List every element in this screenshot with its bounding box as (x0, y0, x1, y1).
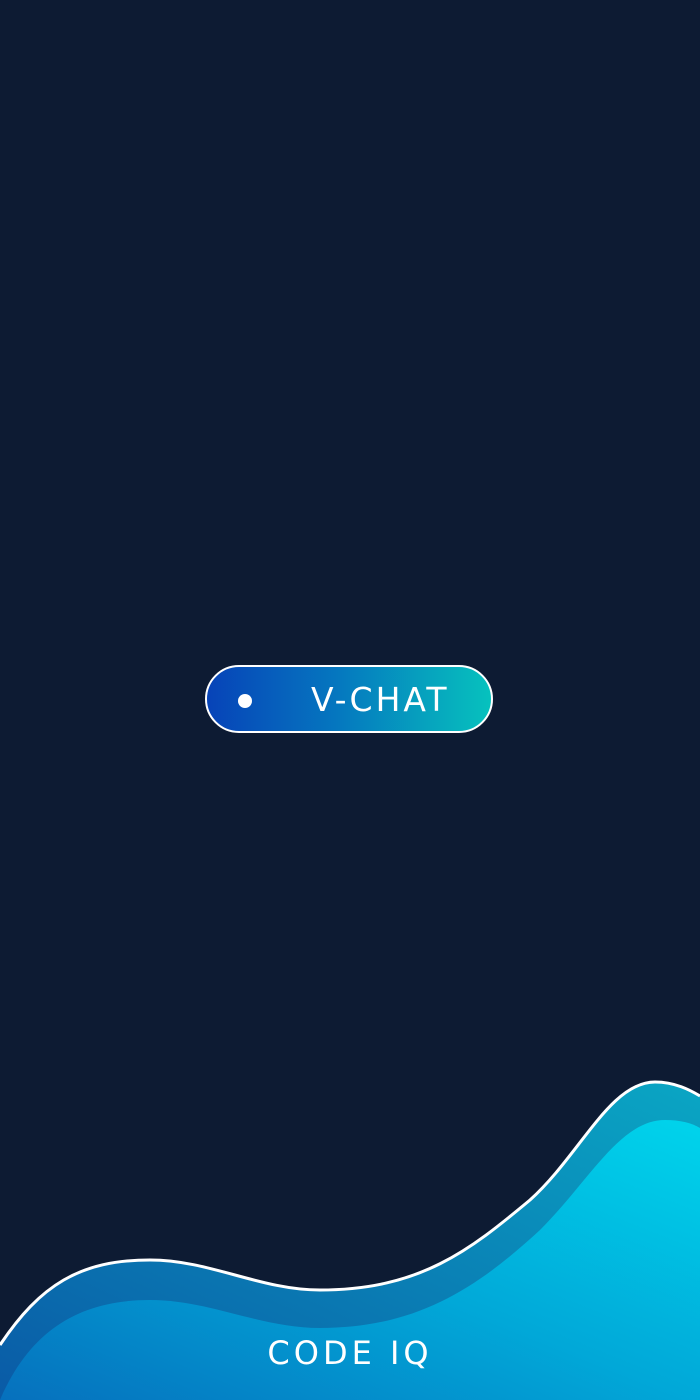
app-logo-badge: V-CHAT (205, 665, 493, 733)
splash-screen: V-CHAT CODE IQ (0, 0, 700, 1400)
brand-name: CODE IQ (267, 1334, 433, 1372)
app-name: V-CHAT (311, 680, 450, 719)
dot-icon (238, 694, 252, 708)
